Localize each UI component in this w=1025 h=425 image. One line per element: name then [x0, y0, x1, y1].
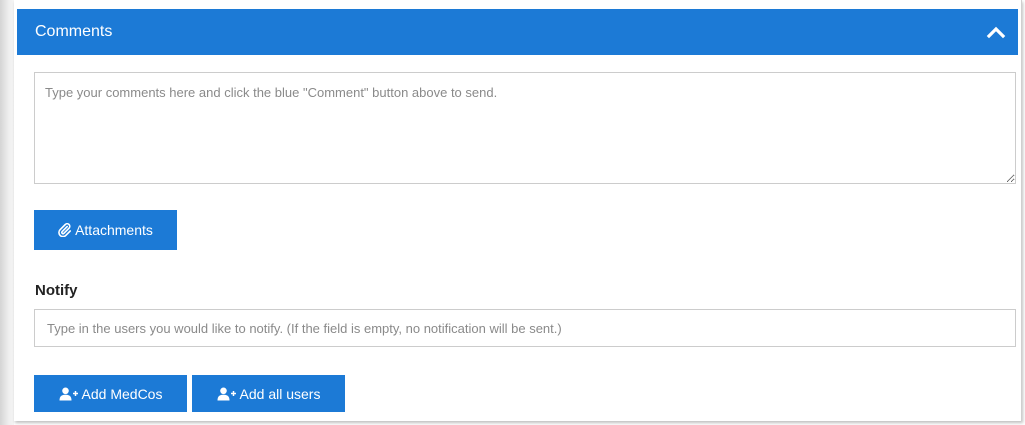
- comment-textarea[interactable]: [34, 72, 1016, 184]
- add-user-icon: [59, 387, 79, 401]
- add-all-users-label: Add all users: [239, 385, 321, 402]
- window-edge: [0, 0, 14, 425]
- comments-panel: Comments Attachments Notify: [14, 0, 1022, 421]
- paperclip-icon: [58, 223, 72, 237]
- add-medcos-button[interactable]: Add MedCos: [34, 375, 187, 412]
- screenshot-frame: Comments Attachments Notify: [0, 0, 1025, 425]
- attachments-label: Attachments: [75, 222, 153, 238]
- notify-label: Notify: [35, 282, 78, 299]
- panel-header[interactable]: Comments: [17, 9, 1018, 55]
- add-user-icon: [217, 387, 237, 401]
- chevron-up-icon[interactable]: [986, 24, 1006, 40]
- panel-title: Comments: [35, 23, 113, 40]
- add-all-users-button[interactable]: Add all users: [192, 375, 345, 412]
- add-medcos-label: Add MedCos: [81, 385, 163, 402]
- attachments-button[interactable]: Attachments: [34, 210, 177, 250]
- notify-users-input[interactable]: [34, 309, 1016, 347]
